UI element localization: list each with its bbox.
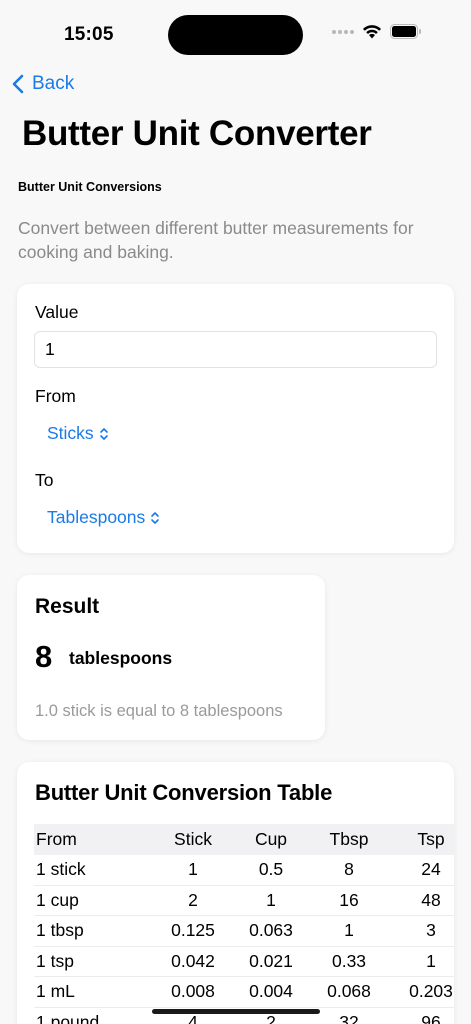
conversion-table-scroll[interactable]: From Stick Cup Tbsp Tsp 1 stick 1 0.5 8 … — [34, 824, 454, 1024]
table-cell: 24 — [421, 859, 441, 879]
value-label: Value — [35, 302, 79, 322]
wifi-icon — [362, 24, 382, 39]
cellular-signal-icon — [332, 29, 354, 34]
table-cell: 1 — [266, 889, 276, 910]
table-row: 1 mL 0.008 0.004 0.068 0.203 — [34, 977, 454, 1007]
to-unit-value: Tablespoons — [47, 507, 146, 527]
table-cell: 0.33 — [331, 950, 367, 971]
table-header: Tsp — [417, 828, 445, 849]
table-cell: 0.004 — [249, 981, 293, 1002]
result-unit: tablespoons — [69, 648, 173, 668]
converter-form-card: Value From Sticks To Tablespoons — [17, 284, 454, 553]
table-cell: 1 mL — [36, 981, 75, 1002]
table-header: From — [36, 828, 77, 849]
status-time: 15:05 — [64, 24, 114, 45]
table-cell: 48 — [421, 889, 441, 910]
back-button[interactable]: Back — [12, 70, 74, 98]
table-cell: 2 — [188, 889, 198, 910]
to-unit-picker[interactable]: Tablespoons — [47, 507, 160, 528]
table-cell: 0.5 — [258, 859, 284, 879]
table-header-row: From Stick Cup Tbsp Tsp — [34, 824, 454, 855]
battery-icon — [390, 24, 422, 39]
table-row: 1 cup 2 1 16 48 — [34, 885, 454, 916]
back-chevron-icon — [12, 74, 24, 94]
chevron-up-down-icon — [151, 511, 160, 524]
table-cell: 0.008 — [171, 981, 215, 1002]
table-cell: 1 — [426, 950, 436, 971]
table-cell: 0.063 — [249, 920, 293, 941]
chevron-up-down-icon — [99, 427, 108, 440]
table-row: 1 stick 1 0.5 8 24 — [34, 855, 454, 885]
conversion-table: From Stick Cup Tbsp Tsp 1 stick 1 0.5 8 … — [34, 824, 454, 1024]
status-bar: 15:05 — [0, 0, 471, 70]
table-cell: 1 tbsp — [36, 920, 84, 941]
table-cell: 0.042 — [171, 950, 215, 971]
dynamic-island — [168, 15, 303, 55]
result-title: Result — [35, 595, 100, 618]
table-cell: 1 — [344, 920, 354, 941]
table-cell: 1 — [188, 859, 198, 879]
result-number: 8 — [35, 639, 53, 674]
home-indicator[interactable] — [152, 1009, 320, 1014]
table-cell: 1 pound — [36, 1011, 100, 1024]
table-cell: 96 — [421, 1011, 441, 1024]
table-cell: 0.021 — [249, 950, 293, 971]
table-header: Tbsp — [329, 828, 369, 849]
table-header: Cup — [254, 828, 288, 849]
table-header: Stick — [174, 828, 212, 849]
table-cell: 0.125 — [171, 920, 215, 941]
table-cell: 32 — [339, 1011, 359, 1024]
table-cell: 16 — [339, 889, 359, 910]
table-title: Butter Unit Conversion Table — [35, 780, 333, 805]
section-caption: Butter Unit Conversions — [18, 180, 162, 194]
table-row: 1 tsp 0.042 0.021 0.33 1 — [34, 946, 454, 977]
status-icons — [332, 24, 422, 39]
conversion-table-card: Butter Unit Conversion Table From Stick … — [17, 762, 454, 1024]
back-button-label: Back — [32, 73, 75, 94]
from-unit-value: Sticks — [47, 423, 94, 443]
table-cell: 0.068 — [327, 981, 371, 1002]
value-input[interactable] — [34, 331, 437, 368]
table-cell: 1 tsp — [36, 950, 74, 971]
table-cell: 1 cup — [36, 889, 79, 910]
result-card: Result 8 tablespoons 1.0 stick is equal … — [17, 575, 325, 740]
table-cell: 0.203 — [409, 981, 453, 1002]
result-note: 1.0 stick is equal to 8 tablespoons — [35, 702, 283, 720]
table-cell: 3 — [426, 920, 436, 941]
page-title: Butter Unit Converter — [22, 114, 372, 153]
table-cell: 1 stick — [36, 859, 86, 879]
table-cell: 8 — [344, 859, 354, 879]
from-unit-picker[interactable]: Sticks — [47, 423, 109, 444]
page-description: Convert between different butter measure… — [18, 218, 414, 262]
table-row: 1 tbsp 0.125 0.063 1 3 — [34, 916, 454, 946]
to-label: To — [35, 470, 54, 490]
from-label: From — [35, 386, 76, 406]
